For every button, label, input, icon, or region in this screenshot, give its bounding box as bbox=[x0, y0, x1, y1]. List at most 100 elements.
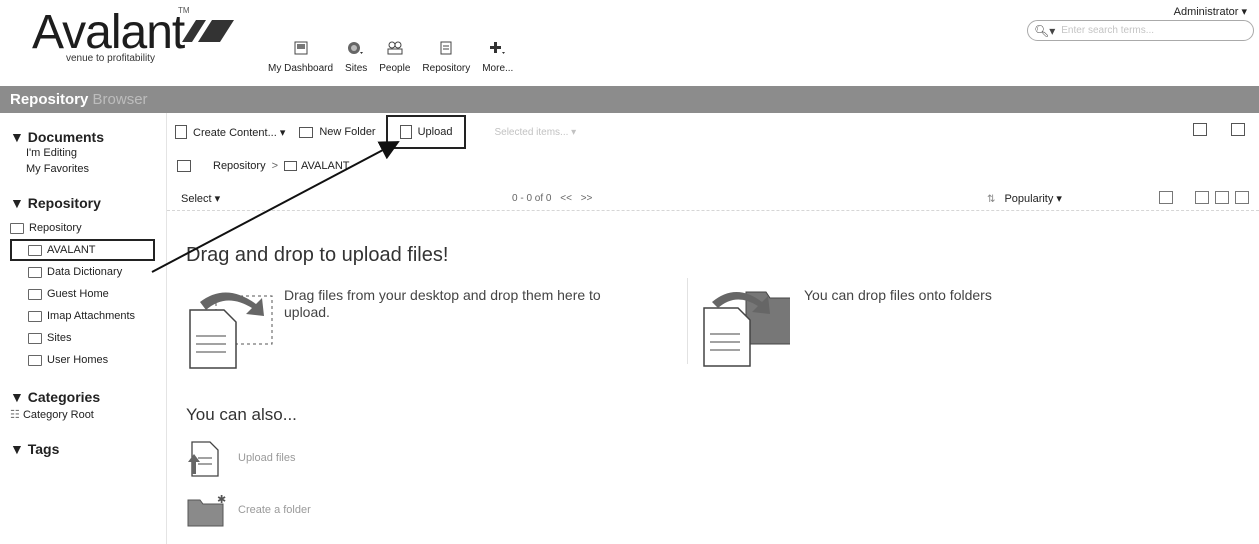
upload-files-label: Upload files bbox=[238, 452, 296, 464]
logo-tagline: venue to profitability bbox=[66, 53, 155, 64]
pager-prev[interactable]: << bbox=[560, 193, 572, 204]
create-content-label: Create Content... ▾ bbox=[193, 126, 286, 139]
drag-from-desktop-icon bbox=[186, 282, 276, 372]
page-title-bar: Repository Browser bbox=[0, 86, 1259, 113]
simple-view-icon[interactable] bbox=[1195, 191, 1209, 204]
tree-node-avalant[interactable]: AVALANT bbox=[10, 239, 155, 261]
toolbar-right bbox=[1193, 123, 1245, 136]
page-title-suffix: Browser bbox=[88, 91, 148, 108]
show-folders-icon[interactable] bbox=[1159, 191, 1173, 204]
list-controls: Select ▾ 0 - 0 of 0 << >> ⇅ Popularity ▾ bbox=[167, 187, 1259, 211]
tree-node-guest-home[interactable]: Guest Home bbox=[10, 283, 165, 305]
tree-node-data-dictionary[interactable]: Data Dictionary bbox=[10, 261, 165, 283]
drop-onto-folders-text: You can drop files onto folders bbox=[804, 287, 992, 303]
selected-items-menu[interactable]: Selected items... ▾ bbox=[494, 127, 576, 138]
drag-drop-desktop-text: Drag files from your desktop and drop th… bbox=[284, 287, 601, 320]
plus-icon bbox=[489, 38, 507, 58]
create-content-button[interactable]: Create Content... ▾ bbox=[175, 125, 285, 139]
detailed-view-icon[interactable] bbox=[1215, 191, 1229, 204]
sidebar-item-im-editing[interactable]: I'm Editing bbox=[10, 145, 165, 161]
sort-icon: ⇅ bbox=[987, 194, 996, 205]
new-folder-button[interactable]: New Folder bbox=[299, 126, 376, 138]
drag-drop-title: Drag and drop to upload files! bbox=[186, 244, 449, 266]
view-switcher bbox=[1159, 191, 1249, 204]
folder-icon bbox=[299, 126, 314, 138]
dashboard-icon bbox=[294, 38, 308, 58]
upload-file-icon bbox=[186, 438, 226, 478]
nav-label: Repository bbox=[422, 63, 471, 74]
tree-node-label: User Homes bbox=[47, 354, 109, 366]
new-folder-label: New Folder bbox=[319, 126, 376, 138]
search-input[interactable] bbox=[1061, 25, 1232, 36]
nav-repository[interactable]: Repository bbox=[422, 38, 470, 74]
toolbar: Create Content... ▾ New Folder Upload Se… bbox=[167, 113, 1259, 151]
tree-node-label: Guest Home bbox=[47, 288, 109, 300]
gallery-view-icon[interactable] bbox=[1235, 191, 1249, 204]
logo-wordmark: Avalant bbox=[32, 6, 185, 59]
tree-node-category-root[interactable]: ☷ Category Root bbox=[10, 407, 165, 423]
upload-files-link[interactable]: Upload files bbox=[186, 438, 295, 478]
search-icon[interactable]: 🔍︎▾ bbox=[1034, 24, 1055, 38]
folder-icon bbox=[28, 354, 42, 366]
document-icon bbox=[175, 125, 187, 139]
svg-text:✱: ✱ bbox=[217, 493, 226, 506]
tree-node-imap-attachments[interactable]: Imap Attachments bbox=[10, 305, 165, 327]
people-icon bbox=[387, 38, 403, 58]
nav-sites[interactable]: Sites bbox=[345, 38, 367, 74]
breadcrumb-separator: > bbox=[271, 160, 279, 172]
create-folder-label: Create a folder bbox=[238, 504, 311, 516]
tree-node-repository[interactable]: Repository bbox=[10, 217, 165, 239]
user-menu[interactable]: Administrator ▾ bbox=[1174, 5, 1247, 18]
select-menu[interactable]: Select ▾ bbox=[181, 192, 220, 205]
create-folder-icon: ✱ bbox=[186, 490, 226, 530]
nav-label: People bbox=[379, 63, 411, 74]
tree-node-label: Sites bbox=[47, 332, 72, 344]
sort-menu[interactable]: ⇅ Popularity ▾ bbox=[987, 192, 1062, 205]
folder-icon bbox=[28, 288, 42, 300]
sidebar-item-my-favorites[interactable]: My Favorites bbox=[10, 161, 165, 177]
rss-icon[interactable] bbox=[1231, 123, 1245, 136]
folder-icon bbox=[28, 266, 42, 278]
sidebar-toggle-icon[interactable] bbox=[1193, 123, 1207, 136]
tree-node-label: Category Root bbox=[22, 409, 94, 421]
sidebar-heading-tags[interactable]: ▼ Tags bbox=[10, 441, 165, 457]
drag-drop-panel-folders: You can drop files onto folders bbox=[700, 282, 1104, 372]
category-icon: ☷ bbox=[10, 409, 20, 421]
tree-node-label: AVALANT bbox=[47, 244, 96, 256]
create-folder-link[interactable]: ✱ Create a folder bbox=[186, 490, 311, 530]
folder-open-icon bbox=[10, 222, 24, 234]
avalant-logo[interactable]: Avalant TM venue to profitability bbox=[28, 4, 238, 70]
panel-divider bbox=[687, 278, 688, 364]
tree-node-sites[interactable]: Sites bbox=[10, 327, 165, 349]
folder-icon bbox=[28, 310, 42, 322]
nav-label: More... bbox=[482, 63, 514, 74]
nav-my-dashboard[interactable]: My Dashboard bbox=[268, 38, 333, 74]
folder-icon bbox=[28, 332, 42, 344]
breadcrumb-current: AVALANT bbox=[301, 160, 350, 172]
sidebar-heading-repository[interactable]: ▼ Repository bbox=[10, 195, 165, 211]
nav-label: My Dashboard bbox=[268, 63, 334, 74]
pager-next[interactable]: >> bbox=[581, 193, 593, 204]
folder-open-icon bbox=[28, 244, 42, 256]
tree-node-user-homes[interactable]: User Homes bbox=[10, 349, 165, 371]
logo-mark-icon bbox=[182, 20, 234, 42]
folder-up-icon[interactable] bbox=[177, 160, 191, 172]
repository-icon bbox=[439, 38, 453, 58]
breadcrumb: Repository > AVALANT bbox=[167, 152, 1259, 180]
breadcrumb-root[interactable]: Repository bbox=[213, 160, 266, 172]
pager: 0 - 0 of 0 << >> bbox=[512, 193, 592, 204]
drop-onto-folder-icon bbox=[700, 282, 793, 372]
tree-node-label: Repository bbox=[29, 222, 82, 234]
upload-icon bbox=[399, 125, 412, 139]
pager-range: 0 - 0 of 0 bbox=[512, 193, 552, 204]
sidebar-heading-documents[interactable]: ▼ Documents bbox=[10, 129, 165, 145]
upload-button[interactable]: Upload bbox=[385, 115, 467, 149]
repository-tree: Repository AVALANT Data Dictionary Guest… bbox=[10, 217, 165, 371]
tree-node-label: Imap Attachments bbox=[47, 310, 136, 322]
drag-drop-panel-desktop: Drag files from your desktop and drop th… bbox=[186, 282, 624, 372]
page-title: Repository bbox=[10, 91, 89, 108]
sidebar-heading-categories[interactable]: ▼ Categories bbox=[10, 389, 165, 405]
search-box: 🔍︎▾ bbox=[1027, 20, 1254, 41]
nav-more[interactable]: More... bbox=[482, 38, 513, 74]
nav-people[interactable]: People bbox=[379, 38, 410, 74]
